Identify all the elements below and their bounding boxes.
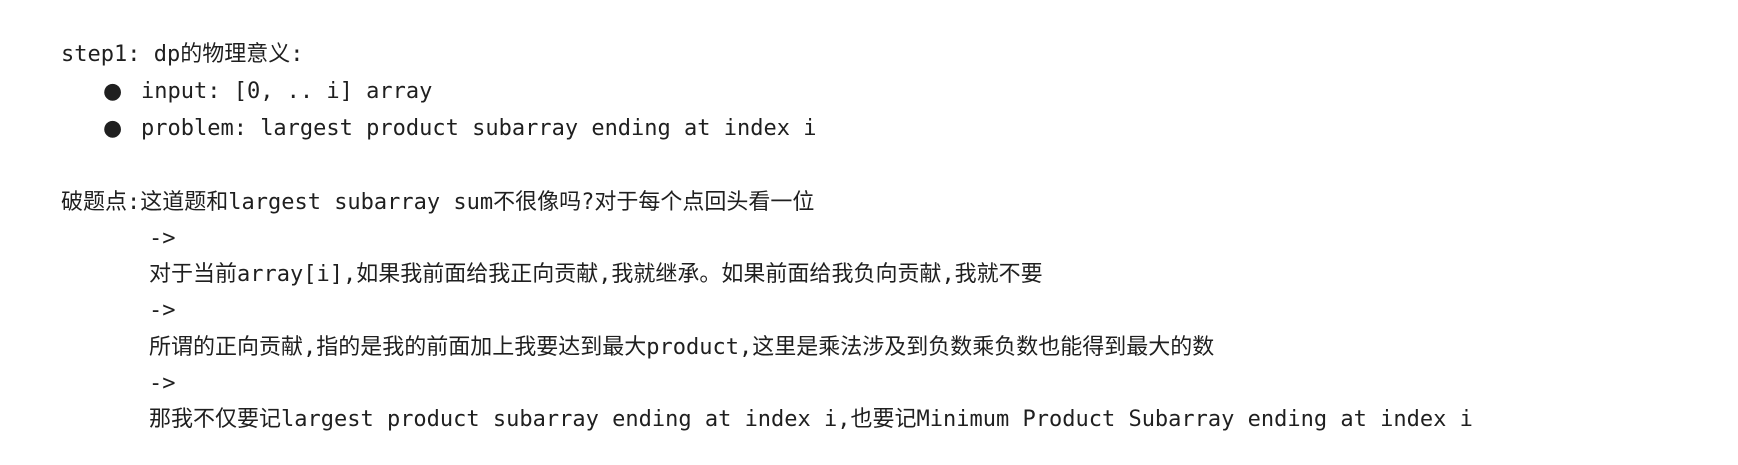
reasoning-text: 那我不仅要记largest product subarray ending at… (148, 407, 1473, 432)
step-heading: step1: dp的物理意义: (8, 10, 303, 67)
arrow-line: -> (96, 339, 176, 396)
reasoning-text: 所谓的正向贡献,指的是我的前面加上我要达到最大product,这里是乘法涉及到负… (148, 335, 1215, 360)
document-page: step1: dp的物理意义: ● input: [0, .. i] array … (0, 0, 1738, 436)
reasoning-text: 对于当前array[i],如果我前面给我正向贡献,我就继承。如果前面给我负向贡献… (148, 262, 1043, 287)
bullet-text: problem: largest product subarray ending… (140, 116, 817, 141)
reasoning-line: 那我不仅要记largest product subarray ending at… (96, 375, 1473, 432)
arrow-line: -> (96, 194, 176, 251)
reasoning-line: 所谓的正向贡献,指的是我的前面加上我要达到最大product,这里是乘法涉及到负… (96, 303, 1214, 360)
bullet-icon: ● (102, 116, 123, 141)
breakthrough-heading: 破题点:这道题和largest subarray sum不很像吗?对于每个点回头… (8, 158, 814, 215)
bullet-item: ● problem: largest product subarray endin… (50, 84, 817, 141)
reasoning-line: 对于当前array[i],如果我前面给我正向贡献,我就继承。如果前面给我负向贡献… (96, 230, 1043, 287)
bullet-item: ● input: [0, .. i] array (50, 47, 432, 104)
arrow-line: -> (96, 266, 176, 323)
